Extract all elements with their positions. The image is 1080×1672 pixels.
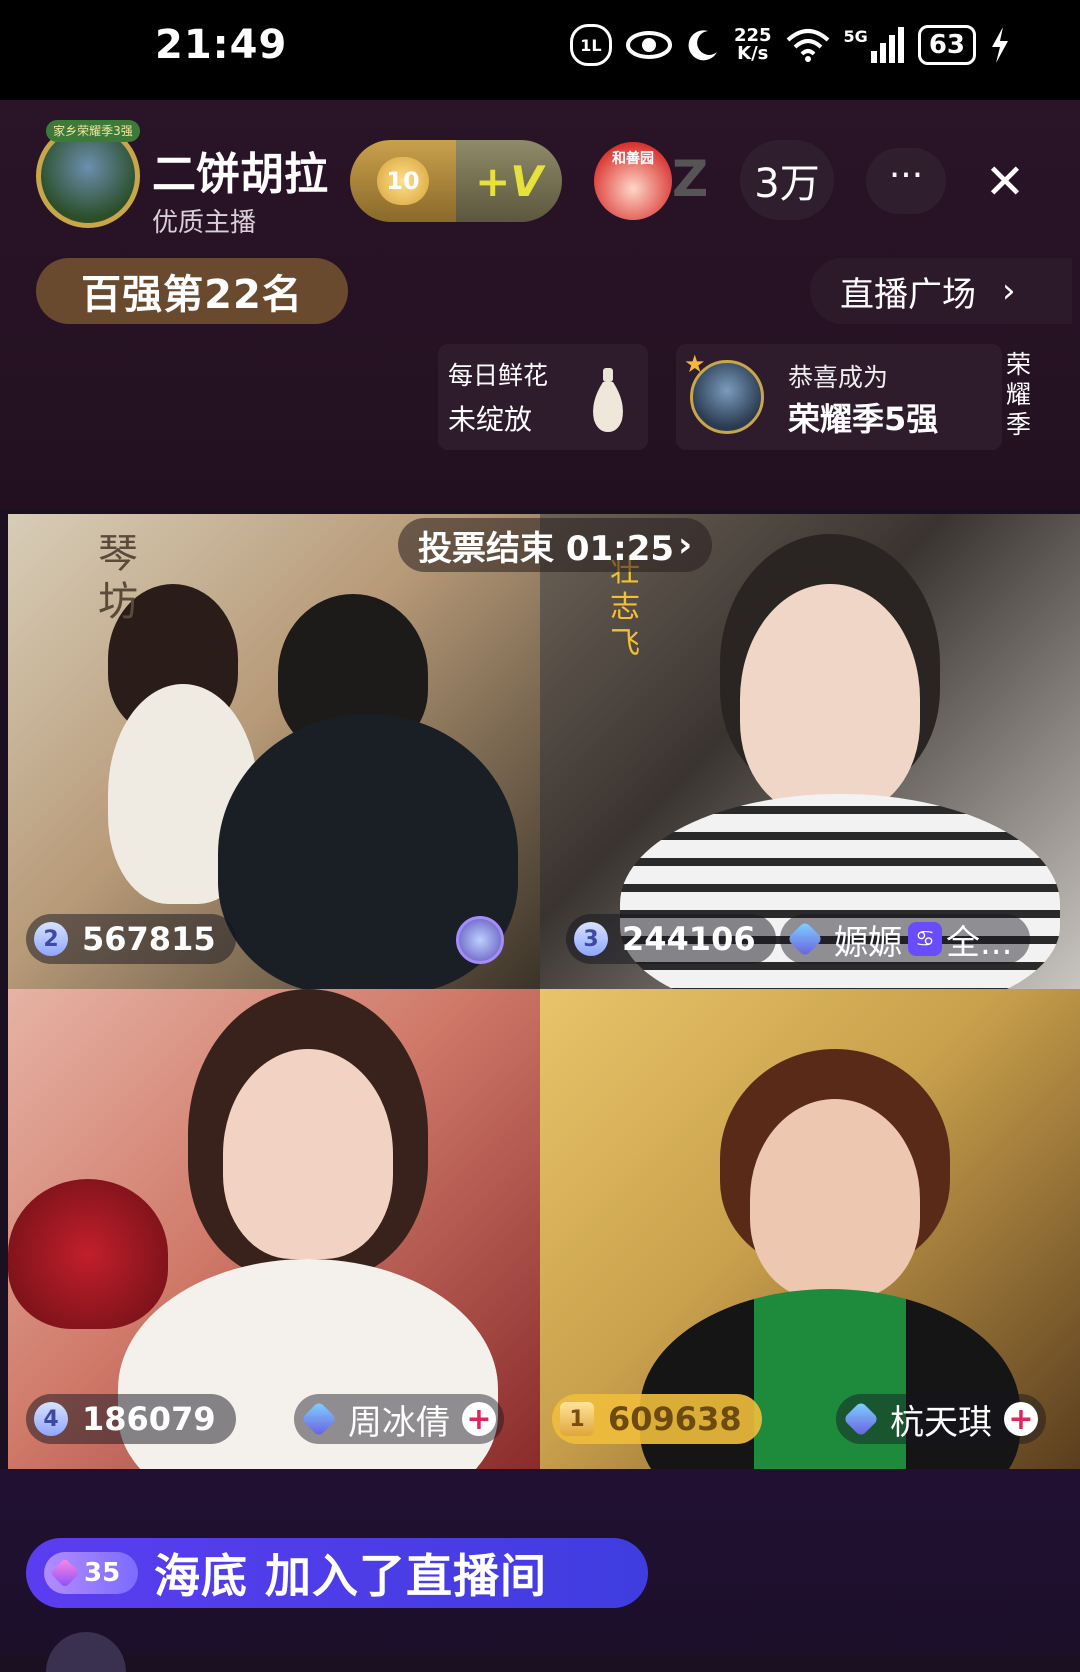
rank-badge: 1 [560, 1402, 594, 1436]
status-bar: 21:49 1L 225 K/s 5G 63 [0, 0, 1080, 100]
viewer-count[interactable]: 3万 [740, 140, 834, 220]
follow-plus-icon[interactable]: + [462, 1402, 496, 1437]
brand-logo-icon[interactable]: 和善园 [594, 142, 672, 220]
pk-video-grid: 琴坊 壮志飞 [8, 514, 1080, 1469]
host-avatar-badge: 家乡荣耀季3强 [46, 120, 140, 142]
score-value: 186079 [82, 1400, 216, 1438]
live-plaza-button[interactable]: 直播广场 › [810, 258, 1072, 324]
anchor-name-pill[interactable]: 杭天琪 + [836, 1394, 1046, 1444]
anchor-name-pill[interactable]: 嫄嫄 ♋ 全... [780, 914, 1031, 964]
score-pill[interactable]: 4 186079 [26, 1394, 236, 1444]
anchor-name-pill[interactable]: 周冰倩 + [294, 1394, 504, 1444]
rank-badge: 4 [34, 1402, 68, 1436]
wall-sign: 琴坊 [98, 531, 138, 625]
zodiac-icon: ♋ [908, 922, 942, 956]
close-button[interactable]: ✕ [965, 146, 1045, 218]
hd-icon: 1L [569, 24, 612, 66]
hexagon-icon [50, 1558, 80, 1588]
more-button[interactable]: ··· [866, 148, 946, 214]
fan-gem-icon [842, 1400, 880, 1438]
join-message: 海底 加入了直播间 [154, 1549, 548, 1603]
shield-icon[interactable] [456, 916, 504, 964]
live-plaza-label: 直播广场 [840, 274, 976, 315]
anchor-name: 杭天琪 [890, 1402, 992, 1443]
wifi-icon [786, 28, 830, 62]
vote-countdown[interactable]: 投票结束 01:25 › [398, 518, 713, 572]
face [750, 1099, 920, 1299]
user-level-badge: 35 [44, 1552, 138, 1594]
heart-level-icon: 10 [377, 157, 429, 205]
honor-season-tab[interactable]: 荣耀季 [1006, 350, 1042, 440]
rank-badge: 3 [574, 922, 608, 956]
fan-level-badge[interactable]: 10 +V [350, 140, 562, 222]
z-icon: Z [672, 150, 709, 208]
fan-gem-icon [300, 1400, 338, 1438]
host-name[interactable]: 二饼胡拉 [152, 138, 328, 202]
follow-plus-icon[interactable]: + [1004, 1402, 1038, 1437]
flower-status: 未绽放 [448, 403, 533, 436]
join-notification: 35 海底 加入了直播间 [26, 1538, 648, 1608]
score-value: 567815 [82, 920, 216, 958]
score-value: 609638 [608, 1400, 742, 1438]
chevron-right-icon: › [1002, 271, 1016, 311]
chevron-right-icon: › [678, 525, 693, 565]
cellular-signal-icon: 5G [844, 27, 904, 63]
moon-icon [686, 28, 720, 62]
rank-badge: 2 [34, 922, 68, 956]
score-pill[interactable]: 2 567815 [26, 914, 236, 964]
network-speed: 225 K/s [733, 25, 772, 64]
honor-season-card[interactable]: ★ 恭喜成为 荣耀季5强 [676, 344, 1002, 450]
status-icons: 1L 225 K/s 5G 63 [569, 24, 1010, 66]
battery-indicator: 63 [917, 25, 976, 65]
anchor-name-extra: 全... [946, 922, 1013, 963]
score-pill[interactable]: 3 244106 [566, 914, 776, 964]
clock: 21:49 [155, 22, 288, 68]
honor-achievement: 荣耀季5强 [788, 400, 939, 438]
flower-title: 每日鲜花 [448, 361, 549, 390]
fan-gem-icon [786, 920, 824, 958]
eye-icon [625, 30, 672, 60]
face [223, 1049, 393, 1259]
face [740, 584, 920, 814]
host-tag: 优质主播 [152, 208, 257, 238]
roses [8, 1179, 168, 1329]
score-value: 244106 [622, 920, 756, 958]
crown-icon: ★ [684, 350, 706, 378]
vase-icon [593, 368, 623, 432]
charging-icon [990, 27, 1010, 63]
daily-flower-card[interactable]: 每日鲜花 未绽放 [438, 344, 648, 450]
vip-join-button[interactable]: +V [456, 140, 562, 222]
honor-title: 恭喜成为 [788, 363, 889, 392]
score-pill-leader[interactable]: 1 609638 [552, 1394, 762, 1444]
anchor-name: 周冰倩 [348, 1402, 450, 1443]
hourly-rank-badge[interactable]: 百强第22名 [36, 258, 348, 324]
anchor-name: 嫄嫄 [834, 922, 902, 963]
